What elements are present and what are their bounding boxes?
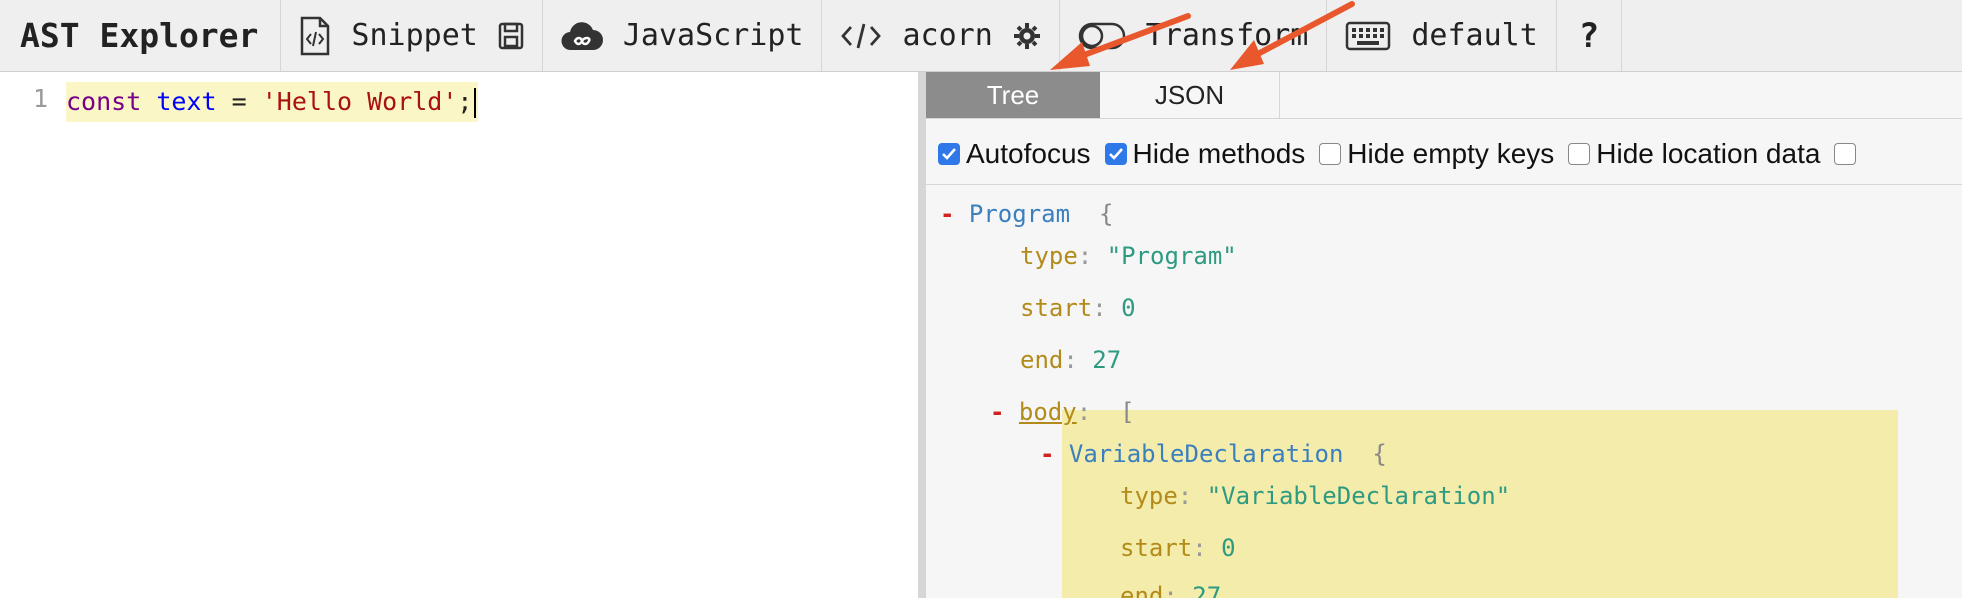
prop-value: "VariableDeclaration" [1206,482,1511,510]
option-autofocus[interactable]: Autofocus [938,138,1091,170]
autofocus-checkbox[interactable] [938,143,960,165]
tree-options: Autofocus Hide methods Hide empty keys H… [938,132,1862,176]
code-file-icon [299,16,331,56]
keymap-label: default [1411,18,1538,53]
save-icon[interactable] [498,22,524,50]
option-hide-location-data[interactable]: Hide location data [1568,138,1820,170]
tree-node-body[interactable]: - body: [ [990,394,1135,430]
prop-key: start [1120,534,1193,562]
ast-tree: - Program { type: "Program" start: 0 end… [926,186,1962,598]
options-divider [926,184,1962,185]
keyboard-icon [1345,21,1391,51]
option-overflow-checkbox[interactable] [1834,143,1857,165]
hide-methods-label: Hide methods [1132,138,1306,169]
autofocus-label: Autofocus [966,138,1091,169]
help-button[interactable]: ? [1557,0,1623,71]
option-hide-methods[interactable]: Hide methods [1104,138,1306,170]
tree-property: type: "VariableDeclaration" [1120,482,1511,510]
collapse-toggle[interactable]: - [990,398,1004,426]
tree-property: end: 27 [1020,346,1122,374]
tree-property: end: 27 [1120,578,1221,598]
pane-resizer[interactable] [918,72,926,598]
prop-value: 0 [1121,294,1136,322]
text-cursor [474,88,477,118]
language-label: JavaScript [622,18,804,53]
prop-value: 27 [1092,346,1122,374]
language-menu[interactable]: JavaScript [543,0,823,71]
prop-key: body [1018,398,1077,426]
code-keyword: const [66,87,142,116]
toggle-icon [1078,21,1126,51]
code-editor[interactable]: 1 const text = 'Hello World'; [0,72,918,598]
code-line[interactable]: const text = 'Hello World'; [66,82,479,122]
hide-location-data-checkbox[interactable] [1568,143,1591,165]
prop-key: type [1120,482,1178,510]
tree-property: start: 0 [1120,534,1236,562]
collapse-toggle[interactable]: - [1040,440,1054,468]
prop-value: 27 [1192,582,1222,598]
toolbar: AST Explorer Snippet JavaScript acorn Tr… [0,0,1962,72]
code-identifier: text [156,87,217,116]
node-name: Program [968,200,1071,228]
keymap-menu[interactable]: default [1327,0,1557,71]
open-brace: { [1372,440,1387,468]
tab-json[interactable]: JSON [1100,72,1280,118]
hide-location-data-label: Hide location data [1596,138,1821,169]
option-hide-empty-keys[interactable]: Hide empty keys [1319,138,1554,170]
prop-value: "Program" [1106,242,1237,270]
hide-methods-checkbox[interactable] [1104,143,1127,165]
tab-tree[interactable]: Tree [926,72,1100,118]
hide-empty-keys-label: Hide empty keys [1347,138,1555,169]
prop-key: type [1020,242,1078,270]
tree-node-program[interactable]: - Program { [940,196,1113,232]
output-tabs: Tree JSON [926,72,1962,119]
parser-menu[interactable]: acorn [822,0,1060,71]
prop-key: end [1120,582,1164,598]
line-number: 1 [33,84,49,113]
snippet-label: Snippet [351,18,478,53]
prop-key: start [1020,294,1093,322]
snippet-menu[interactable]: Snippet [281,0,543,71]
parser-label: acorn [902,18,993,53]
node-name: VariableDeclaration [1068,440,1344,468]
code-semicolon: ; [457,87,473,116]
tree-node-variable-declaration[interactable]: - VariableDeclaration { [1040,436,1387,472]
app-title: AST Explorer [0,0,282,71]
transform-toggle[interactable]: Transform [1060,0,1328,71]
open-bracket: [ [1120,398,1135,426]
output-panel: Tree JSON Autofocus Hide methods Hide em… [926,72,1962,598]
transform-label: Transform [1145,18,1309,53]
tree-property: type: "Program" [1020,242,1237,270]
hide-empty-keys-checkbox[interactable] [1319,143,1342,165]
prop-key: end [1020,346,1064,374]
collapse-toggle[interactable]: - [940,200,954,228]
code-operator: = [231,87,247,116]
code-string: 'Hello World' [261,87,458,116]
prop-value: 0 [1221,534,1236,562]
open-brace: { [1098,200,1114,228]
code-icon [840,21,882,51]
cloud-icon [561,20,603,52]
gear-icon[interactable] [1013,22,1041,50]
tree-property: start: 0 [1020,294,1136,322]
